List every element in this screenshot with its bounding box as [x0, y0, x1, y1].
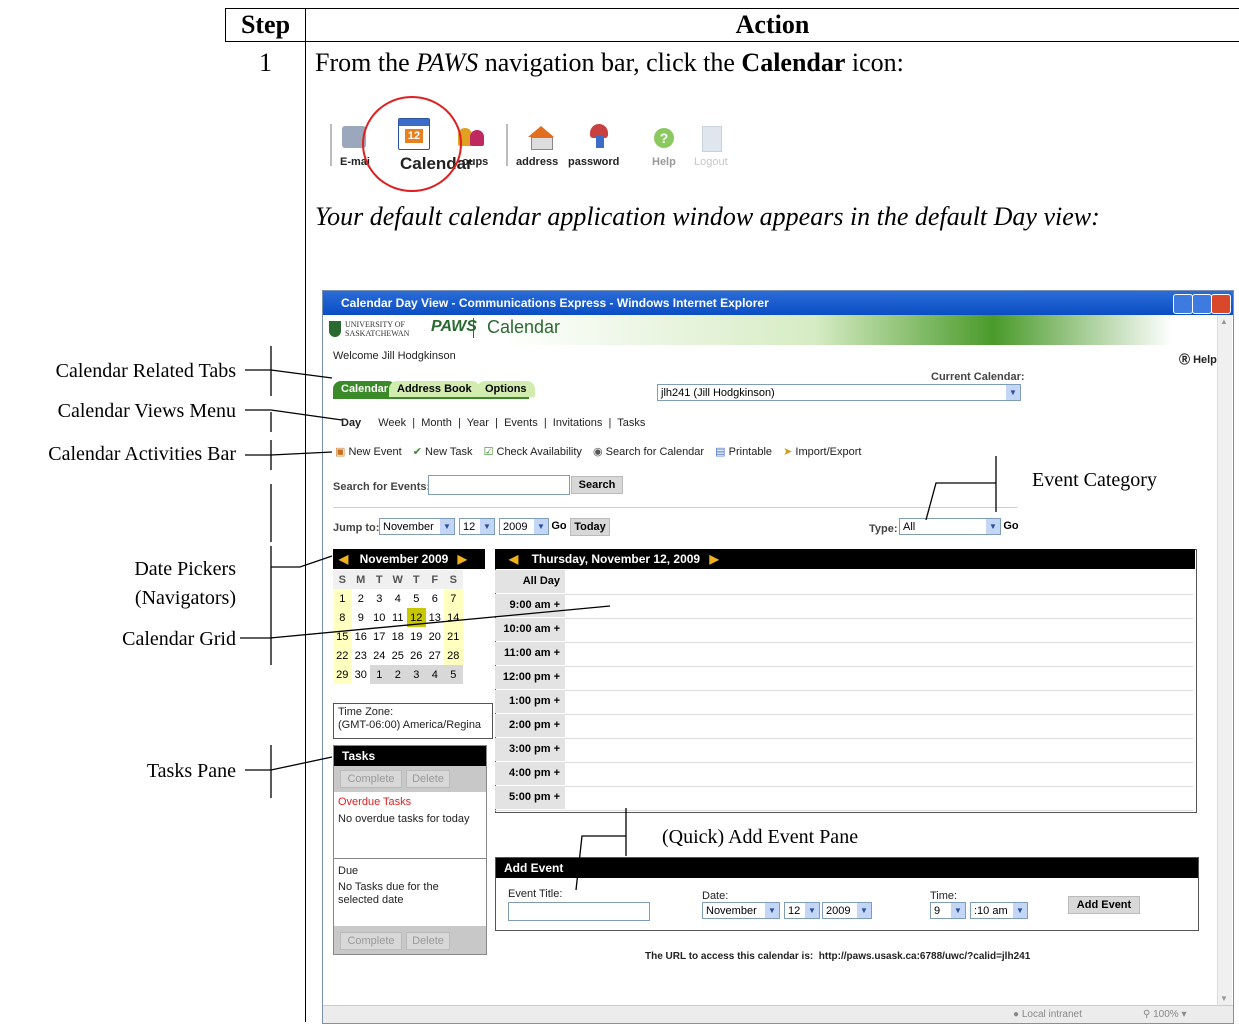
- leader-activities: [245, 451, 333, 456]
- leader-event-category: [925, 456, 997, 521]
- leader-tabs: [245, 369, 333, 379]
- leader-quick-add: [575, 808, 627, 891]
- leader-date-pickers: [271, 555, 333, 568]
- leader-views: [245, 409, 343, 421]
- leader-tasks: [245, 756, 333, 771]
- callout-lines: [240, 346, 997, 891]
- leader-grid: [240, 605, 611, 639]
